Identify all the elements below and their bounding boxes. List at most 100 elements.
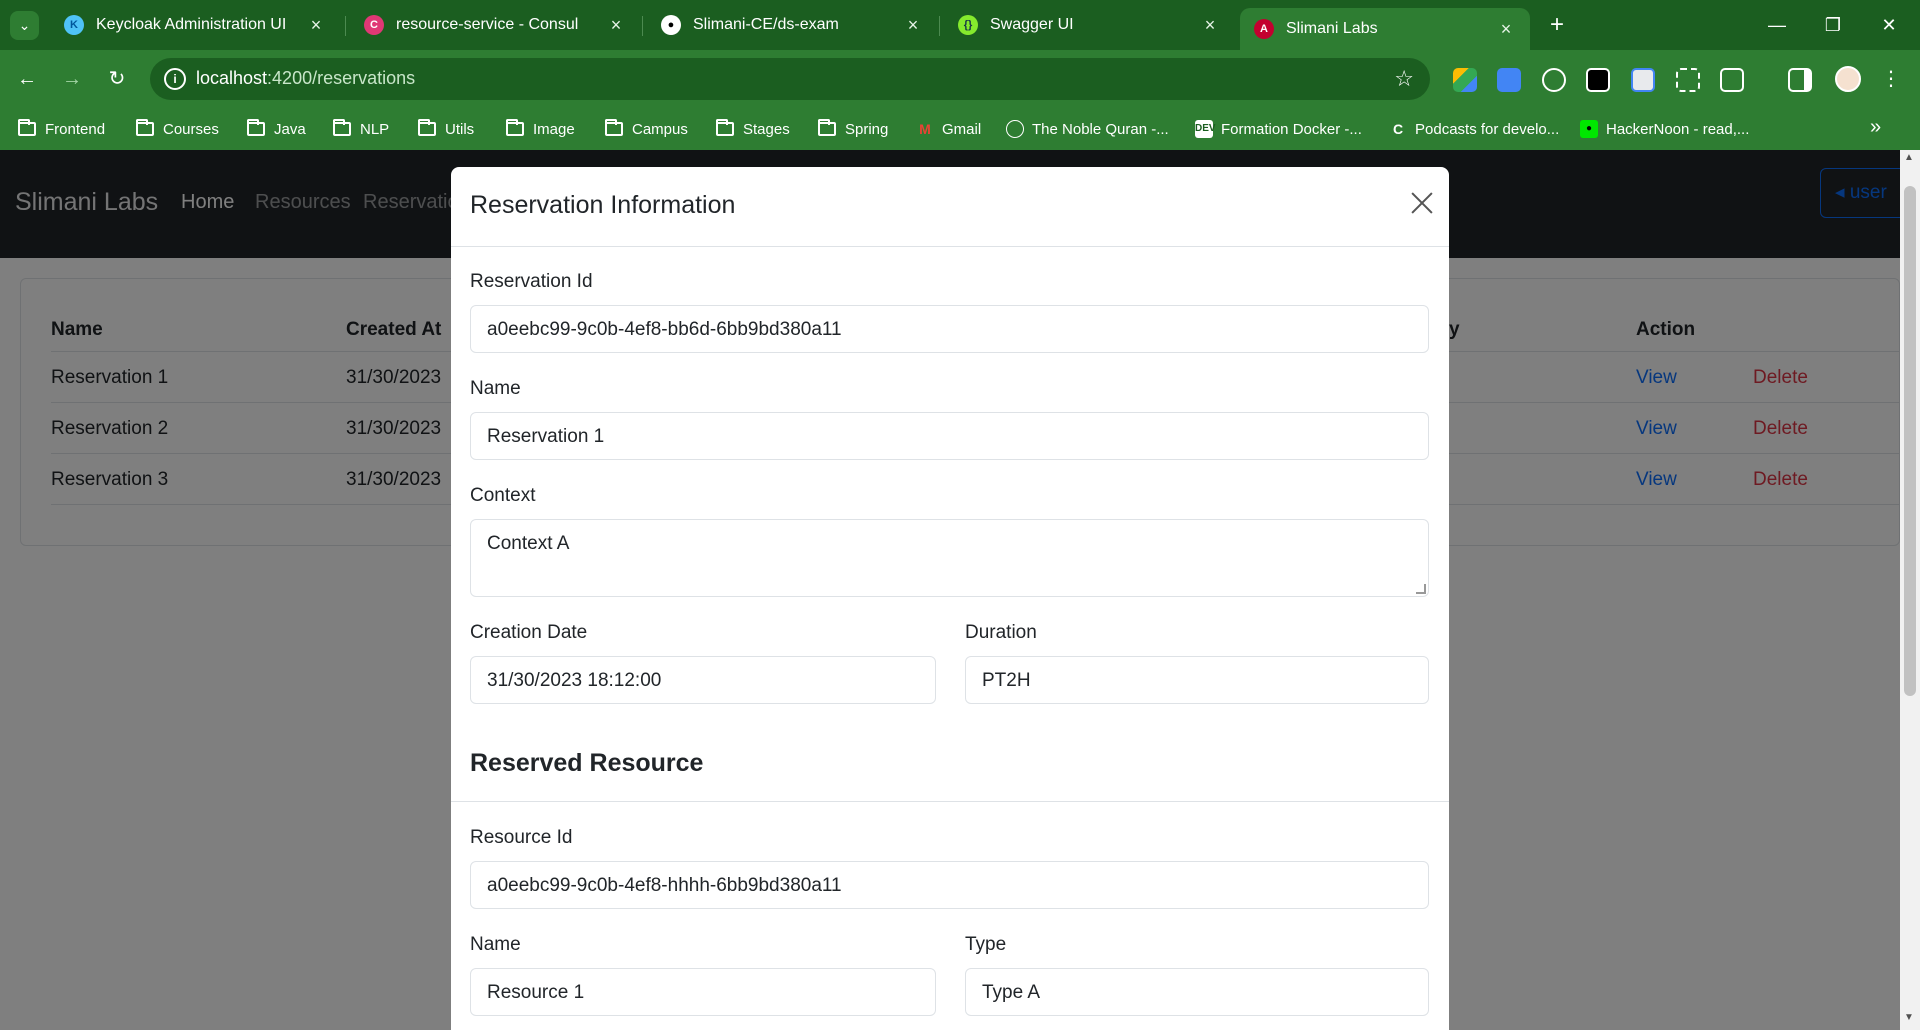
- tab-keycloak[interactable]: K Keycloak Administration UI ×: [50, 6, 340, 44]
- folder-icon: [418, 119, 436, 136]
- browser-tab-strip: ⌄ K Keycloak Administration UI × C resou…: [0, 0, 1920, 50]
- react-devtools-icon[interactable]: [1542, 68, 1566, 92]
- bookmarks-bar: Frontend Courses Java NLP Utils Image Ca…: [0, 108, 1920, 150]
- site-info-icon[interactable]: i: [164, 68, 186, 90]
- tab-title: resource-service - Consul: [396, 16, 579, 33]
- new-tab-plus-icon[interactable]: +: [1543, 11, 1571, 39]
- reserved-resource-heading: Reserved Resource: [470, 749, 704, 777]
- quran-icon: [1006, 120, 1024, 138]
- scroll-up-arrow-icon[interactable]: ▲: [1904, 152, 1914, 163]
- extension-manager-icon[interactable]: [1631, 68, 1655, 92]
- tab-divider: [642, 16, 643, 36]
- tab-title: Slimani Labs: [1286, 20, 1378, 37]
- jetbrains-icon[interactable]: [1586, 68, 1610, 92]
- bookmark-label: Frontend: [45, 120, 106, 138]
- tab-slimani-labs[interactable]: A Slimani Labs ×: [1240, 8, 1530, 50]
- bookmark-campus[interactable]: Campus: [605, 118, 688, 140]
- bookmark-podcasts[interactable]: C Podcasts for develo...: [1389, 118, 1559, 140]
- tab-github[interactable]: ● Slimani-CE/ds-exam ×: [647, 6, 937, 44]
- restore-icon[interactable]: ❐: [1810, 10, 1856, 40]
- tab-consul[interactable]: C resource-service - Consul ×: [350, 6, 640, 44]
- close-icon[interactable]: [1406, 187, 1438, 219]
- puzzle-extensions-icon[interactable]: [1720, 68, 1744, 92]
- bookmark-spring[interactable]: Spring: [818, 118, 888, 140]
- bookmark-star-icon[interactable]: ☆: [1394, 66, 1414, 92]
- minimize-icon[interactable]: —: [1754, 10, 1800, 40]
- creation-date-label: Creation Date: [470, 622, 588, 643]
- tab-close-icon[interactable]: ×: [306, 15, 326, 36]
- bookmark-hackernoon[interactable]: ● HackerNoon - read,...: [1580, 118, 1749, 140]
- tab-divider: [345, 16, 346, 36]
- tab-close-icon[interactable]: ×: [1496, 19, 1516, 40]
- tab-swagger[interactable]: {} Swagger UI ×: [944, 6, 1234, 44]
- context-value: Context A: [487, 533, 570, 554]
- folder-icon: [506, 119, 524, 136]
- forward-arrow-icon[interactable]: →: [57, 64, 87, 94]
- modal-header: Reservation Information: [451, 167, 1449, 247]
- bookmark-formation-docker[interactable]: DEV Formation Docker -...: [1195, 118, 1362, 140]
- bookmark-utils[interactable]: Utils: [418, 118, 474, 140]
- bookmark-label: Image: [533, 120, 575, 138]
- tab-close-icon[interactable]: ×: [1200, 15, 1220, 36]
- scroll-down-arrow-icon[interactable]: ▼: [1904, 1012, 1914, 1023]
- folder-icon: [605, 119, 623, 136]
- reload-icon[interactable]: ↻: [102, 64, 132, 94]
- tab-search-chevron-icon[interactable]: ⌄: [10, 11, 39, 40]
- screenshot-icon[interactable]: [1676, 68, 1700, 92]
- type-field[interactable]: Type A: [965, 968, 1429, 1016]
- name-field[interactable]: Reservation 1: [470, 412, 1429, 460]
- bookmark-label: Gmail: [942, 120, 982, 138]
- name-label: Name: [470, 378, 521, 399]
- bookmark-label: Utils: [445, 120, 475, 138]
- type-label: Type: [965, 934, 1007, 955]
- url-text: localhost:4200/reservations: [196, 68, 415, 89]
- bookmark-frontend[interactable]: Frontend: [18, 118, 105, 140]
- context-textarea[interactable]: Context A: [470, 519, 1429, 597]
- google-drive-icon[interactable]: [1453, 68, 1477, 92]
- bookmark-label: Formation Docker -...: [1221, 120, 1362, 138]
- resource-id-label: Resource Id: [470, 827, 573, 848]
- google-translate-icon[interactable]: [1497, 68, 1521, 92]
- bookmark-label: The Noble Quran -...: [1032, 120, 1169, 138]
- duration-field[interactable]: PT2H: [965, 656, 1429, 704]
- back-arrow-icon[interactable]: ←: [12, 64, 42, 94]
- reservation-id-field[interactable]: a0eebc99-9c0b-4ef8-bb6d-6bb9bd380a11: [470, 305, 1429, 353]
- reservation-info-modal: Reservation Information Reservation Id a…: [451, 167, 1449, 1030]
- page-scrollbar[interactable]: ▲ ▼: [1900, 150, 1920, 1030]
- bookmark-image[interactable]: Image: [506, 118, 575, 140]
- section-divider: [451, 801, 1449, 802]
- address-bar[interactable]: i localhost:4200/reservations ☆: [150, 58, 1430, 100]
- profile-avatar[interactable]: [1835, 66, 1861, 92]
- kebab-menu-icon[interactable]: ⋮: [1876, 64, 1906, 94]
- bookmark-label: NLP: [360, 120, 390, 138]
- tab-close-icon[interactable]: ×: [903, 15, 923, 36]
- scrollbar-thumb[interactable]: [1904, 186, 1916, 696]
- bookmark-nlp[interactable]: NLP: [333, 118, 389, 140]
- folder-icon: [18, 119, 36, 136]
- resource-id-field[interactable]: a0eebc99-9c0b-4ef8-hhhh-6bb9bd380a11: [470, 861, 1429, 909]
- bookmark-java[interactable]: Java: [247, 118, 306, 140]
- bookmark-label: Stages: [743, 120, 790, 138]
- browser-toolbar: ← → ↻ i localhost:4200/reservations ☆ ⋮: [0, 50, 1920, 108]
- tab-title: Swagger UI: [990, 16, 1074, 33]
- tab-close-icon[interactable]: ×: [606, 15, 626, 36]
- side-panel-icon[interactable]: [1788, 68, 1812, 92]
- bookmark-courses[interactable]: Courses: [136, 118, 219, 140]
- folder-icon: [333, 119, 351, 136]
- bookmark-gmail[interactable]: M Gmail: [916, 118, 981, 140]
- url-host: localhost: [196, 68, 268, 88]
- bookmark-noble-quran[interactable]: The Noble Quran -...: [1006, 118, 1169, 140]
- resource-name-label: Name: [470, 934, 521, 955]
- bookmark-label: Spring: [845, 120, 889, 138]
- creation-date-field[interactable]: 31/30/2023 18:12:00: [470, 656, 936, 704]
- resource-name-field[interactable]: Resource 1: [470, 968, 936, 1016]
- context-label: Context: [470, 485, 536, 506]
- close-window-icon[interactable]: ✕: [1866, 10, 1912, 40]
- github-icon: ●: [661, 15, 681, 35]
- bookmark-label: Campus: [632, 120, 688, 138]
- modal-title: Reservation Information: [470, 191, 736, 219]
- resize-grip-icon[interactable]: [1416, 584, 1426, 594]
- bookmark-stages[interactable]: Stages: [716, 118, 790, 140]
- more-bookmarks-chevron-icon[interactable]: »: [1870, 116, 1881, 139]
- swagger-icon: {}: [958, 15, 978, 35]
